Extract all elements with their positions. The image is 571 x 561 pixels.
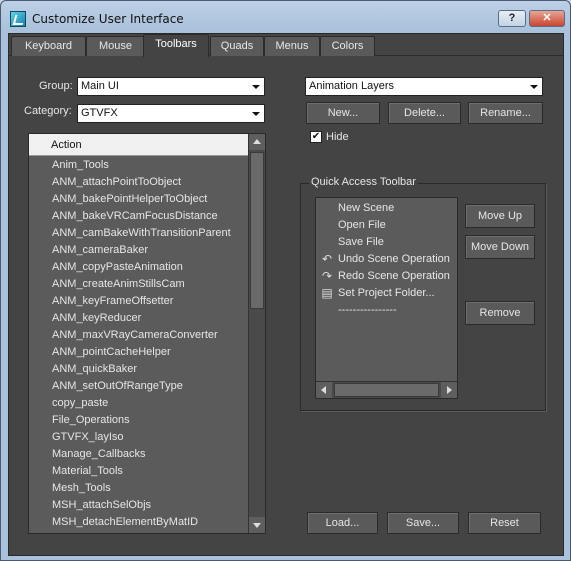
- qat-list-item[interactable]: ↶ Undo Scene Operation: [316, 251, 457, 268]
- tab-toolbars[interactable]: Toolbars: [143, 34, 209, 57]
- qat-list-item[interactable]: Open File: [316, 217, 457, 234]
- new-button[interactable]: New...: [306, 102, 380, 124]
- hide-label: Hide: [326, 131, 349, 143]
- action-list-item[interactable]: ANM_pointCacheHelper: [29, 344, 248, 361]
- qat-item-label: Redo Scene Operation: [338, 270, 450, 282]
- action-list-item[interactable]: copy_paste: [29, 395, 248, 412]
- tab-menus[interactable]: Menus: [264, 36, 320, 56]
- tab-colors[interactable]: Colors: [320, 36, 375, 56]
- action-list[interactable]: Action Anim_Tools ANM_attachPointToObject…: [28, 133, 266, 534]
- move-down-button[interactable]: Move Down: [465, 235, 535, 259]
- action-list-item[interactable]: MSH_detachElementByMatID: [29, 514, 248, 531]
- tab-keyboard[interactable]: Keyboard: [11, 36, 86, 56]
- action-list-item[interactable]: Material_Tools: [29, 463, 248, 480]
- group-label: Group:: [39, 80, 73, 92]
- customize-ui-window: Customize User Interface ? ✕ Keyboard Mo…: [0, 0, 571, 561]
- undo-icon: ↶: [321, 252, 333, 266]
- action-list-item[interactable]: ANM_createAnimStillsCam: [29, 276, 248, 293]
- action-list-item[interactable]: ANM_copyPasteAnimation: [29, 259, 248, 276]
- qat-list-item[interactable]: ▤ Set Project Folder...: [316, 285, 457, 302]
- qat-item-label: Open File: [338, 219, 386, 231]
- scroll-left-icon[interactable]: [316, 382, 332, 398]
- scroll-down-icon[interactable]: [249, 517, 265, 533]
- action-list-scrollbar[interactable]: [248, 134, 265, 533]
- scroll-thumb[interactable]: [250, 152, 264, 309]
- rename-button[interactable]: Rename...: [468, 102, 543, 124]
- dialog-body: Keyboard Mouse Toolbars Quads Menus Colo…: [8, 33, 564, 556]
- category-value: GTVFX: [81, 107, 118, 119]
- category-label: Category:: [24, 105, 72, 117]
- scroll-right-icon[interactable]: [441, 382, 457, 398]
- action-list-item[interactable]: GTVFX_layIso: [29, 429, 248, 446]
- group-value: Main UI: [81, 80, 119, 92]
- app-logo-icon: [10, 11, 26, 27]
- action-list-item[interactable]: Anim_Tools: [29, 157, 248, 174]
- action-list-item[interactable]: ANM_attachPointToObject: [29, 174, 248, 191]
- action-list-item[interactable]: ANM_bakePointHelperToObject: [29, 191, 248, 208]
- hide-checkbox[interactable]: ✔: [310, 131, 322, 143]
- action-column-header[interactable]: Action: [29, 134, 248, 156]
- qat-list-item[interactable]: New Scene: [316, 200, 457, 217]
- remove-button[interactable]: Remove: [465, 301, 535, 325]
- blank-icon: [320, 202, 334, 215]
- tab-mouse[interactable]: Mouse: [86, 36, 145, 56]
- qat-item-label: Undo Scene Operation: [338, 253, 450, 265]
- tab-bar: Keyboard Mouse Toolbars Quads Menus Colo…: [9, 34, 563, 57]
- qat-item-label: ----------------: [338, 304, 397, 316]
- action-list-item[interactable]: ANM_keyFrameOffsetter: [29, 293, 248, 310]
- chevron-down-icon: [530, 85, 538, 89]
- qat-items: New Scene Open File Save File ↶ Undo Scene O…: [316, 198, 457, 319]
- save-button[interactable]: Save...: [387, 512, 459, 534]
- action-list-item[interactable]: ANM_setOutOfRangeType: [29, 378, 248, 395]
- action-list-item[interactable]: ANM_camBakeWithTransitionParent: [29, 225, 248, 242]
- qat-item-label: New Scene: [338, 202, 395, 214]
- load-button[interactable]: Load...: [307, 512, 378, 534]
- qat-horizontal-scrollbar[interactable]: [316, 381, 457, 398]
- qat-group-title: Quick Access Toolbar: [309, 176, 418, 188]
- reset-button[interactable]: Reset: [468, 512, 541, 534]
- action-list-item[interactable]: ANM_keyReducer: [29, 310, 248, 327]
- category-dropdown[interactable]: GTVFX: [77, 104, 265, 123]
- action-list-item[interactable]: MSH_attachSelObjs: [29, 497, 248, 514]
- tab-quads[interactable]: Quads: [210, 36, 264, 56]
- scroll-up-icon[interactable]: [249, 134, 265, 150]
- project-folder-icon: ▤: [321, 286, 333, 300]
- qat-item-label: Save File: [338, 236, 384, 248]
- action-items: Anim_Tools ANM_attachPointToObject ANM_bak…: [29, 157, 248, 531]
- help-button[interactable]: ?: [498, 10, 526, 27]
- group-dropdown[interactable]: Main UI: [77, 77, 265, 96]
- close-button[interactable]: ✕: [529, 10, 565, 27]
- blank-icon: [320, 304, 334, 317]
- qat-item-label: Set Project Folder...: [338, 287, 435, 299]
- qat-list-item[interactable]: ----------------: [316, 302, 457, 319]
- chevron-down-icon: [252, 112, 260, 116]
- qat-list-item[interactable]: ↷ Redo Scene Operation: [316, 268, 457, 285]
- window-title: Customize User Interface: [32, 12, 184, 26]
- blank-icon: [320, 236, 334, 249]
- action-list-item[interactable]: ANM_cameraBaker: [29, 242, 248, 259]
- action-list-item[interactable]: ANM_bakeVRCamFocusDistance: [29, 208, 248, 225]
- title-bar[interactable]: Customize User Interface ? ✕: [1, 1, 570, 33]
- action-list-item[interactable]: Manage_Callbacks: [29, 446, 248, 463]
- action-list-item[interactable]: Mesh_Tools: [29, 480, 248, 497]
- delete-button[interactable]: Delete...: [388, 102, 461, 124]
- qat-list-item[interactable]: Save File: [316, 234, 457, 251]
- action-list-item[interactable]: File_Operations: [29, 412, 248, 429]
- toolbar-dropdown[interactable]: Animation Layers: [305, 77, 543, 96]
- move-up-button[interactable]: Move Up: [465, 204, 535, 228]
- qat-list[interactable]: New Scene Open File Save File ↶ Undo Scene O…: [315, 197, 458, 399]
- chevron-down-icon: [252, 85, 260, 89]
- blank-icon: [320, 219, 334, 232]
- redo-icon: ↷: [321, 269, 333, 283]
- action-list-item[interactable]: ANM_maxVRayCameraConverter: [29, 327, 248, 344]
- toolbar-value: Animation Layers: [309, 80, 394, 92]
- scroll-thumb[interactable]: [334, 383, 439, 397]
- action-list-item[interactable]: ANM_quickBaker: [29, 361, 248, 378]
